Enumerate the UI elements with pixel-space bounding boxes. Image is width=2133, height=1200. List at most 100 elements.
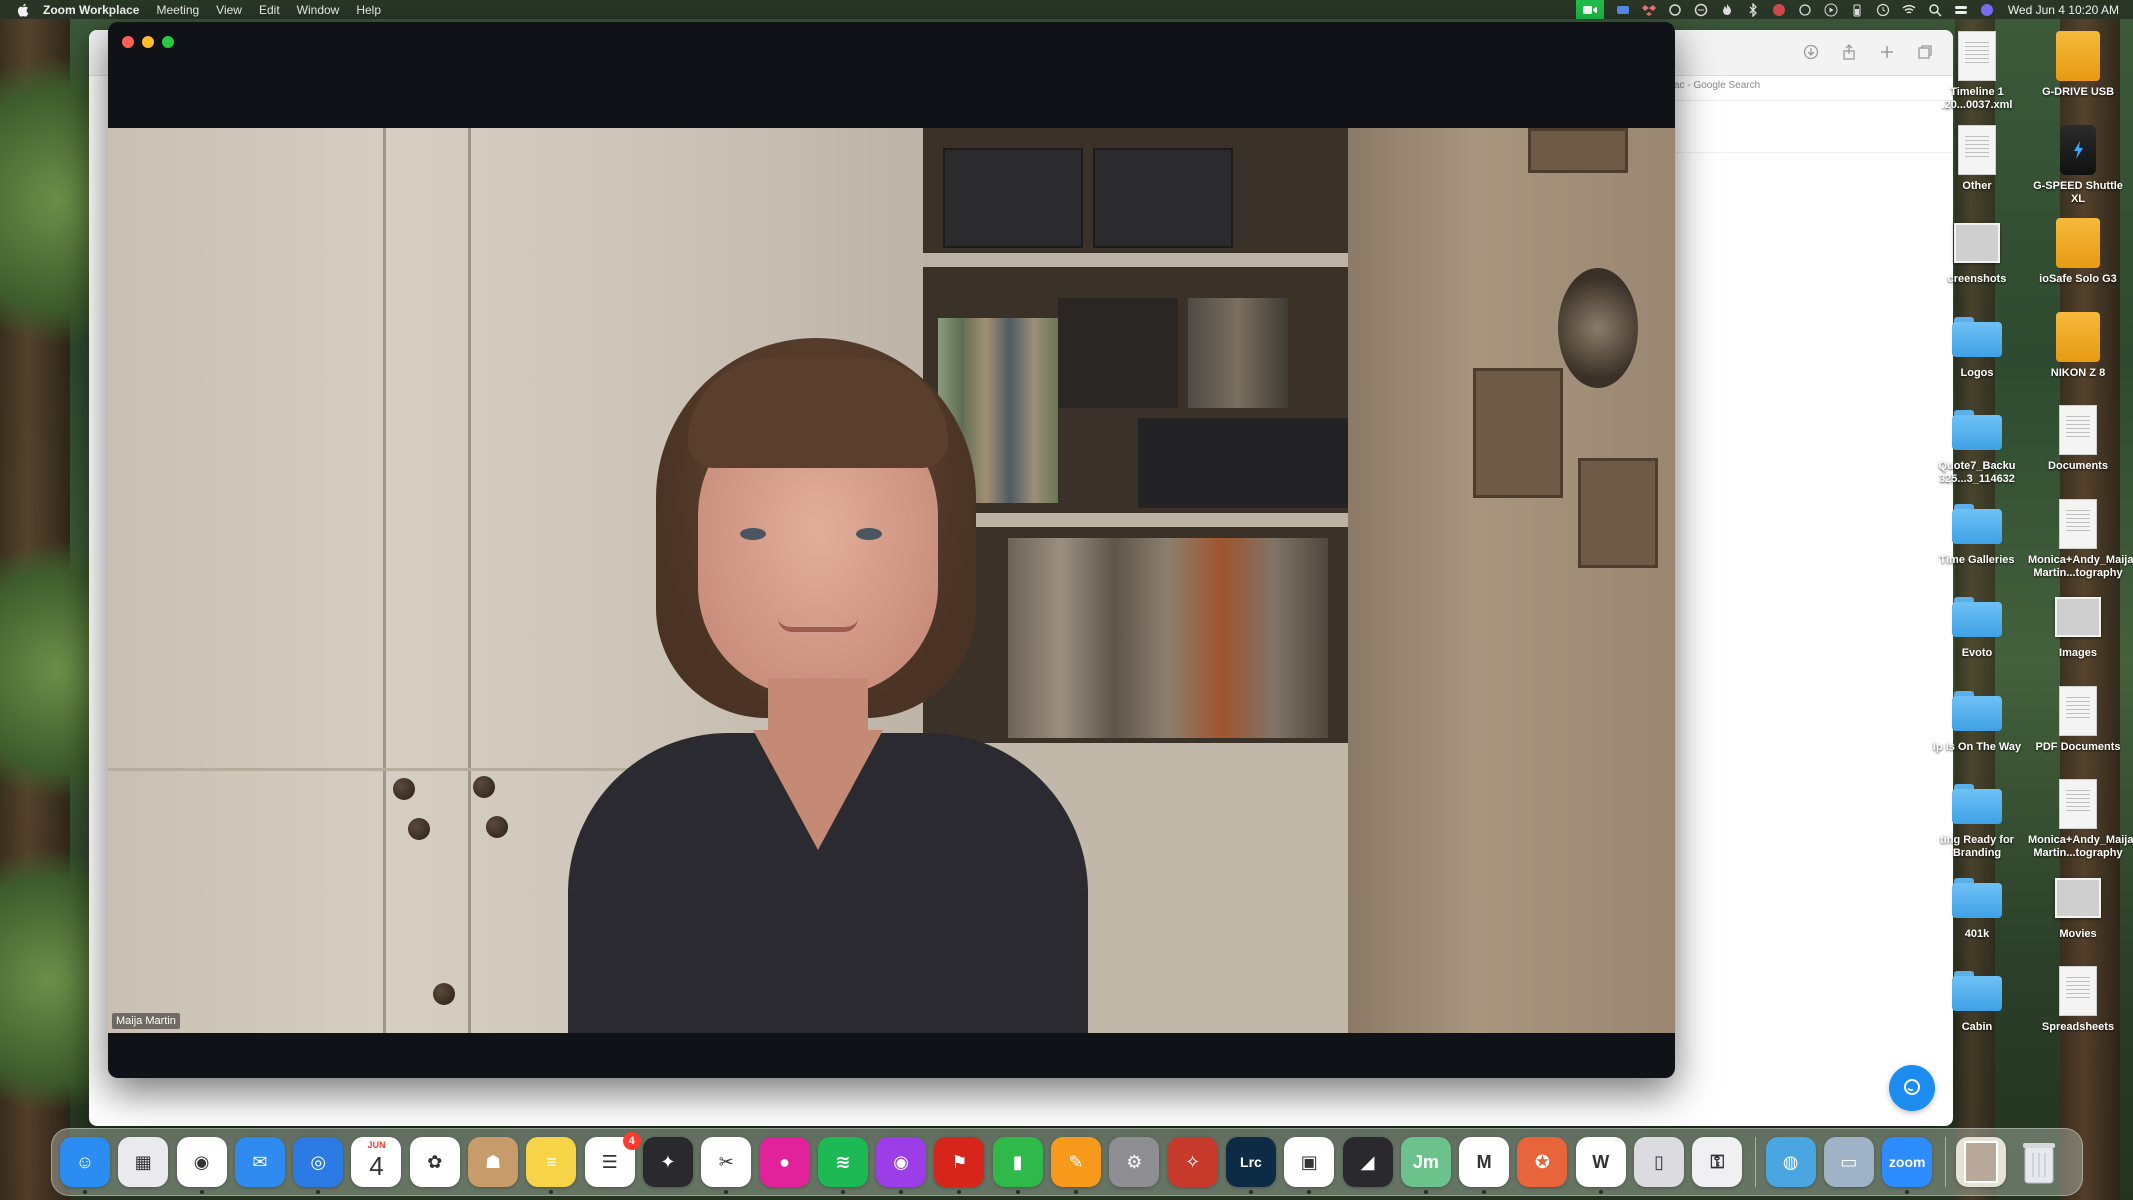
desktop-icon-drive[interactable]: G-DRIVE USB bbox=[2028, 30, 2128, 99]
menubar-clock[interactable]: Wed Jun 4 10:20 AM bbox=[2008, 3, 2119, 17]
desktop-icon-image[interactable]: creenshots bbox=[1927, 217, 2027, 286]
maximize-window-button[interactable] bbox=[162, 36, 174, 48]
desktop-icon-document[interactable]: Spreadsheets bbox=[2028, 965, 2128, 1034]
time-machine-icon[interactable] bbox=[1876, 3, 1890, 17]
cloud-icon[interactable] bbox=[1694, 3, 1708, 17]
compass-app[interactable]: ✧ bbox=[1167, 1137, 1218, 1187]
desktop-icon-drive[interactable]: ioSafe Solo G3 bbox=[2028, 217, 2128, 286]
spotify-app[interactable]: ≋ bbox=[817, 1137, 868, 1194]
trash-app[interactable] bbox=[2014, 1137, 2064, 1187]
desktop-icon-document[interactable]: Monica+Andy_Maija Martin...tography bbox=[2028, 498, 2133, 580]
close-window-button[interactable] bbox=[122, 36, 134, 48]
document-icon bbox=[2052, 778, 2104, 830]
pages-app[interactable]: ✎ bbox=[1051, 1137, 1102, 1194]
menu-help[interactable]: Help bbox=[356, 3, 381, 17]
desktop-icon-folder[interactable]: Quote7_Backu 325...3_114632 bbox=[1927, 404, 2027, 486]
w-app[interactable]: W bbox=[1575, 1137, 1626, 1194]
minimize-window-button[interactable] bbox=[142, 36, 154, 48]
notes-app[interactable]: ≡ bbox=[526, 1137, 577, 1194]
preview-app[interactable]: ▯ bbox=[1634, 1137, 1685, 1187]
siri-icon[interactable] bbox=[1980, 3, 1994, 17]
zoom-video-status-icon[interactable] bbox=[1575, 0, 1604, 19]
photos-app[interactable]: ✿ bbox=[409, 1137, 460, 1187]
desktop-icon-document[interactable]: Timeline 1 .20...0037.xml bbox=[1927, 30, 2027, 112]
download-icon[interactable] bbox=[1801, 42, 1821, 62]
play-icon[interactable] bbox=[1824, 3, 1838, 17]
zoom-meeting-window[interactable]: Maija Martin bbox=[108, 22, 1675, 1078]
adobe-icon[interactable] bbox=[1772, 3, 1786, 17]
reminders-app[interactable]: ☰ 4 bbox=[584, 1132, 641, 1187]
podcasts-app[interactable]: ◉ bbox=[876, 1137, 927, 1194]
menu-window[interactable]: Window bbox=[297, 3, 340, 17]
desktop-icon-folder[interactable]: 401k bbox=[1927, 872, 2027, 941]
search-icon[interactable] bbox=[1928, 3, 1942, 17]
capcut-app[interactable]: ✂ bbox=[701, 1137, 752, 1194]
zoom-app[interactable]: zoom bbox=[1882, 1137, 1933, 1194]
fotoquote-app[interactable]: ▣ bbox=[1284, 1137, 1335, 1194]
new-tab-icon[interactable] bbox=[1877, 42, 1897, 62]
trash-icon bbox=[2022, 1143, 2055, 1184]
mail-app[interactable]: ✉ bbox=[234, 1137, 285, 1187]
calendar-app[interactable]: JUN 4 bbox=[351, 1137, 402, 1187]
share-icon[interactable] bbox=[1839, 42, 1859, 62]
bluetooth-icon[interactable] bbox=[1746, 2, 1760, 17]
dropbox-icon[interactable] bbox=[1641, 3, 1656, 17]
sync-icon[interactable] bbox=[1668, 3, 1682, 17]
desktop-icon-folder[interactable]: Time Galleries bbox=[1927, 498, 2027, 567]
running-indicator bbox=[840, 1190, 845, 1194]
screen-sharing-app[interactable]: ▭ bbox=[1823, 1137, 1874, 1187]
chrome-app[interactable]: ◉ bbox=[176, 1137, 227, 1194]
m-app[interactable]: M bbox=[1459, 1137, 1510, 1194]
desktop-icon-folder[interactable]: Evoto bbox=[1927, 591, 2027, 660]
folder-icon bbox=[1951, 872, 2003, 924]
desktop-icon-document[interactable]: Monica+Andy_Maija Martin...tography bbox=[2028, 778, 2133, 860]
acrobat-app[interactable]: ⚑ bbox=[934, 1137, 985, 1194]
desktop-icon-image[interactable]: Movies bbox=[2028, 872, 2128, 941]
headphones-icon[interactable] bbox=[1798, 3, 1812, 17]
contacts-app[interactable]: ☗ bbox=[468, 1137, 519, 1187]
desktop-icon-document[interactable]: PDF Documents bbox=[2028, 685, 2128, 754]
jm-app[interactable]: Jm bbox=[1400, 1137, 1451, 1194]
launchpad-app[interactable]: ▦ bbox=[118, 1137, 169, 1187]
participant-video[interactable]: Maija Martin bbox=[108, 128, 1675, 1033]
recent-document-stack[interactable] bbox=[1955, 1137, 2006, 1187]
safari-app[interactable]: ◎ bbox=[293, 1137, 344, 1194]
davinci-resolve-app[interactable]: ✦ bbox=[642, 1137, 693, 1187]
menu-edit[interactable]: Edit bbox=[259, 3, 280, 17]
keynote-app[interactable]: ◢ bbox=[1342, 1137, 1393, 1187]
web-app[interactable]: ✪ bbox=[1517, 1137, 1568, 1187]
desktop-icon-label: NIKON Z 8 bbox=[2050, 366, 2106, 379]
desktop-icon-image[interactable]: Images bbox=[2028, 591, 2128, 660]
flame-icon[interactable] bbox=[1720, 3, 1734, 17]
menu-meeting[interactable]: Meeting bbox=[156, 3, 199, 17]
chat-bubble-button[interactable] bbox=[1889, 1065, 1935, 1111]
keychain-app[interactable]: ⚿ bbox=[1692, 1137, 1743, 1187]
battery-icon[interactable] bbox=[1850, 3, 1864, 17]
control-center-icon[interactable] bbox=[1954, 3, 1968, 17]
desktop-icon-folder[interactable]: Cabin bbox=[1927, 965, 2027, 1034]
desktop-icon-folder[interactable]: lp Is On The Way bbox=[1927, 685, 2027, 754]
menu-view[interactable]: View bbox=[216, 3, 242, 17]
screen-recorder-app[interactable]: ● bbox=[759, 1137, 810, 1187]
desktop-icon-folder[interactable]: Logos bbox=[1927, 311, 2027, 380]
participant-person bbox=[538, 338, 1238, 1033]
numbers-app[interactable]: ▮ bbox=[992, 1137, 1043, 1194]
document-icon bbox=[1951, 30, 2003, 82]
finder-app[interactable]: ☺ bbox=[60, 1137, 110, 1194]
desktop-icon-drive[interactable]: NIKON Z 8 bbox=[2028, 311, 2128, 380]
lightroom-classic-app[interactable]: Lrc bbox=[1225, 1137, 1276, 1194]
system-settings-app[interactable]: ⚙ bbox=[1109, 1137, 1160, 1187]
desktop-icon-document[interactable]: Documents bbox=[2028, 404, 2128, 473]
wifi-icon[interactable] bbox=[1902, 3, 1916, 17]
folder-icon bbox=[1951, 778, 2003, 830]
desktop-icon-label: Documents bbox=[2048, 460, 2108, 472]
wall-plate bbox=[1558, 268, 1638, 388]
zoom-tray-icon[interactable] bbox=[1616, 3, 1630, 17]
apple-menu-icon[interactable] bbox=[15, 2, 31, 18]
desktop-icon-dark-drive[interactable]: G-SPEED Shuttle XL bbox=[2028, 124, 2128, 206]
remote-desktop-app[interactable]: ◍ bbox=[1765, 1137, 1816, 1187]
app-menu-zoom-workplace[interactable]: Zoom Workplace bbox=[43, 3, 139, 17]
desktop-icon-document[interactable]: Other bbox=[1927, 124, 2027, 193]
desktop-icon-folder[interactable]: ting Ready for Branding bbox=[1927, 778, 2027, 860]
browser-tab-title[interactable]: ac - Google Search bbox=[1674, 80, 1760, 91]
